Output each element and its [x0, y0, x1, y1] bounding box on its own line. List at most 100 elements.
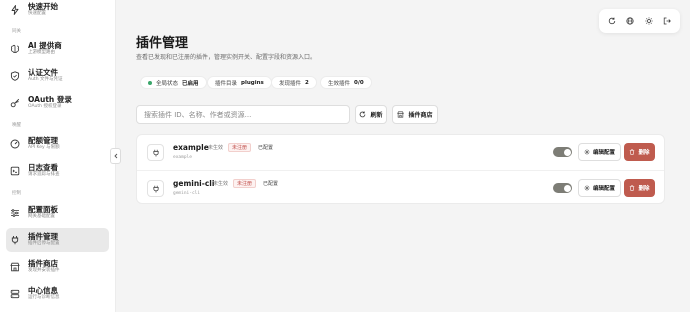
sidebar-item-sublabel: Auth 文件与凭证 — [28, 77, 63, 83]
sidebar-item-logs[interactable]: 日志查看 请求追踪与排查 — [6, 159, 109, 183]
stat-label: 全局状态 — [156, 80, 179, 87]
delete-label: 删除 — [638, 186, 650, 192]
plugin-row: gemini-cli gemini-cli 未生效 未注册 已配置 编辑配置 删… — [137, 170, 664, 204]
stat-value: 2 — [305, 79, 309, 86]
refresh-icon[interactable] — [607, 16, 617, 26]
sidebar-item-ai-providers[interactable]: AI 提供商 上游模型路由 — [6, 37, 109, 61]
edit-config-button[interactable]: 编辑配置 — [578, 143, 621, 161]
plugin-store-label: 插件商店 — [408, 112, 433, 119]
stat-active: 生效插件 0/0 — [320, 76, 372, 89]
sidebar-item-label: 中心信息 — [28, 286, 58, 296]
stat-plugin-dir: 插件目录 plugins — [207, 76, 272, 89]
plugin-id: example — [173, 155, 192, 160]
sidebar-collapse-button[interactable] — [110, 148, 121, 164]
stat-discovered: 发现插件 2 — [271, 76, 317, 89]
section-label: 同关 — [12, 29, 21, 34]
gear-icon — [584, 185, 593, 191]
edit-config-button[interactable]: 编辑配置 — [578, 179, 621, 197]
search-input[interactable] — [136, 105, 350, 124]
server-icon — [10, 289, 20, 299]
edit-config-label: 编辑配置 — [592, 186, 615, 192]
sidebar-item-label: 认证文件 — [28, 68, 58, 78]
sidebar-item-label: OAuth 登录 — [28, 95, 72, 105]
config-badge: 已配置 — [263, 181, 279, 187]
store-icon — [397, 111, 408, 118]
sidebar-item-center-info[interactable]: 中心信息 运行与诊断信息 — [6, 282, 109, 306]
sidebar-item-sublabel: 运行与诊断信息 — [28, 295, 60, 301]
plugin-store-button[interactable]: 插件商店 — [392, 105, 438, 124]
sidebar-item-quota[interactable]: 配额管理 API Key 与限额 — [6, 132, 109, 156]
sidebar-item-sublabel: 快速配置 — [28, 11, 46, 17]
stat-label: 生效插件 — [328, 80, 351, 87]
plugin-row: example example 未生效 未注册 已配置 编辑配置 删除 — [137, 135, 664, 169]
gear-icon — [584, 149, 593, 155]
gauge-icon — [10, 139, 20, 149]
trash-icon — [629, 149, 638, 155]
stat-global-status: 全局状态 已启用 — [140, 76, 207, 89]
sun-icon[interactable] — [644, 16, 654, 26]
plug-icon — [10, 235, 20, 245]
delete-label: 删除 — [638, 150, 650, 156]
trash-icon — [629, 185, 638, 191]
refresh-label: 刷新 — [370, 112, 383, 119]
plugin-enable-toggle[interactable] — [553, 147, 572, 157]
bolt-icon — [10, 5, 20, 15]
plug-icon — [147, 180, 164, 197]
sliders-icon — [10, 208, 20, 218]
sidebar-item-label: 插件管理 — [28, 232, 58, 242]
plugin-id: gemini-cli — [173, 191, 201, 196]
stat-value: plugins — [241, 79, 264, 86]
stat-label: 插件目录 — [215, 80, 238, 87]
globe-icon[interactable] — [625, 16, 635, 26]
sidebar-item-quickstart[interactable]: 快速开始 快速配置 — [6, 0, 109, 22]
sidebar-item-label: 插件商店 — [28, 259, 58, 269]
delete-button[interactable]: 删除 — [624, 143, 655, 161]
sidebar-item-label: 日志查看 — [28, 163, 58, 173]
sidebar-item-label: 快速开始 — [28, 2, 58, 12]
brain-icon — [10, 44, 20, 54]
sidebar-item-sublabel: 上游模型路由 — [28, 50, 55, 56]
sidebar-item-plugin-manager[interactable]: 插件管理 插件启停与配置 — [6, 228, 109, 252]
stat-value: 0/0 — [354, 79, 364, 86]
section-label: 唤醒 — [12, 123, 21, 128]
sidebar-item-plugin-store[interactable]: 插件商店 发现并安装插件 — [6, 255, 109, 279]
status-badge: 未生效 — [208, 145, 224, 151]
sidebar-item-sublabel: 网关基础配置 — [28, 214, 55, 220]
sidebar-item-sublabel: 发现并安装插件 — [28, 268, 60, 274]
log-icon — [10, 166, 20, 176]
stat-value: 已启用 — [182, 80, 199, 87]
config-badge: 已配置 — [258, 145, 274, 151]
shield-icon — [10, 71, 20, 81]
refresh-button[interactable]: 刷新 — [355, 105, 387, 124]
plugin-name: example — [173, 143, 209, 152]
sidebar-item-sublabel: OAuth 授权登录 — [28, 104, 62, 110]
top-toolbar — [599, 9, 680, 33]
plugin-name: gemini-cli — [173, 179, 215, 188]
plugin-list: example example 未生效 未注册 已配置 编辑配置 删除 gemi… — [136, 134, 665, 204]
delete-button[interactable]: 删除 — [624, 179, 655, 197]
store-icon — [10, 262, 20, 272]
plugin-enable-toggle[interactable] — [553, 183, 572, 193]
sidebar-item-label: 配额管理 — [28, 136, 58, 146]
logout-icon[interactable] — [662, 16, 672, 26]
key-icon — [10, 98, 20, 108]
page-description: 查看已发现和已注册的插件，管理实例开关、配置字段和资源入口。 — [136, 54, 317, 61]
status-badge: 未生效 — [213, 181, 229, 187]
sidebar-item-label: 配置面板 — [28, 205, 58, 215]
sidebar-item-config-panel[interactable]: 配置面板 网关基础配置 — [6, 201, 109, 225]
refresh-icon — [359, 111, 370, 118]
stat-label: 发现插件 — [279, 80, 302, 87]
status-dot-icon — [148, 80, 152, 85]
sidebar-item-sublabel: API Key 与限额 — [28, 145, 60, 151]
section-label: 控制 — [12, 191, 21, 196]
sidebar-item-sublabel: 插件启停与配置 — [28, 241, 60, 247]
sidebar-item-oauth-login[interactable]: OAuth 登录 OAuth 授权登录 — [6, 91, 109, 115]
sidebar-item-auth-files[interactable]: 认证文件 Auth 文件与凭证 — [6, 64, 109, 88]
registration-badge: 未注册 — [228, 143, 252, 152]
chevron-left-icon — [113, 153, 119, 159]
sidebar: 快速开始 快速配置 同关 AI 提供商 上游模型路由 认证文件 Auth 文件与凭证 … — [0, 0, 116, 312]
page-title: 插件管理 — [136, 36, 189, 51]
sidebar-item-label: AI 提供商 — [28, 41, 62, 51]
sidebar-item-sublabel: 请求追踪与排查 — [28, 172, 60, 178]
registration-badge: 未注册 — [233, 179, 257, 188]
